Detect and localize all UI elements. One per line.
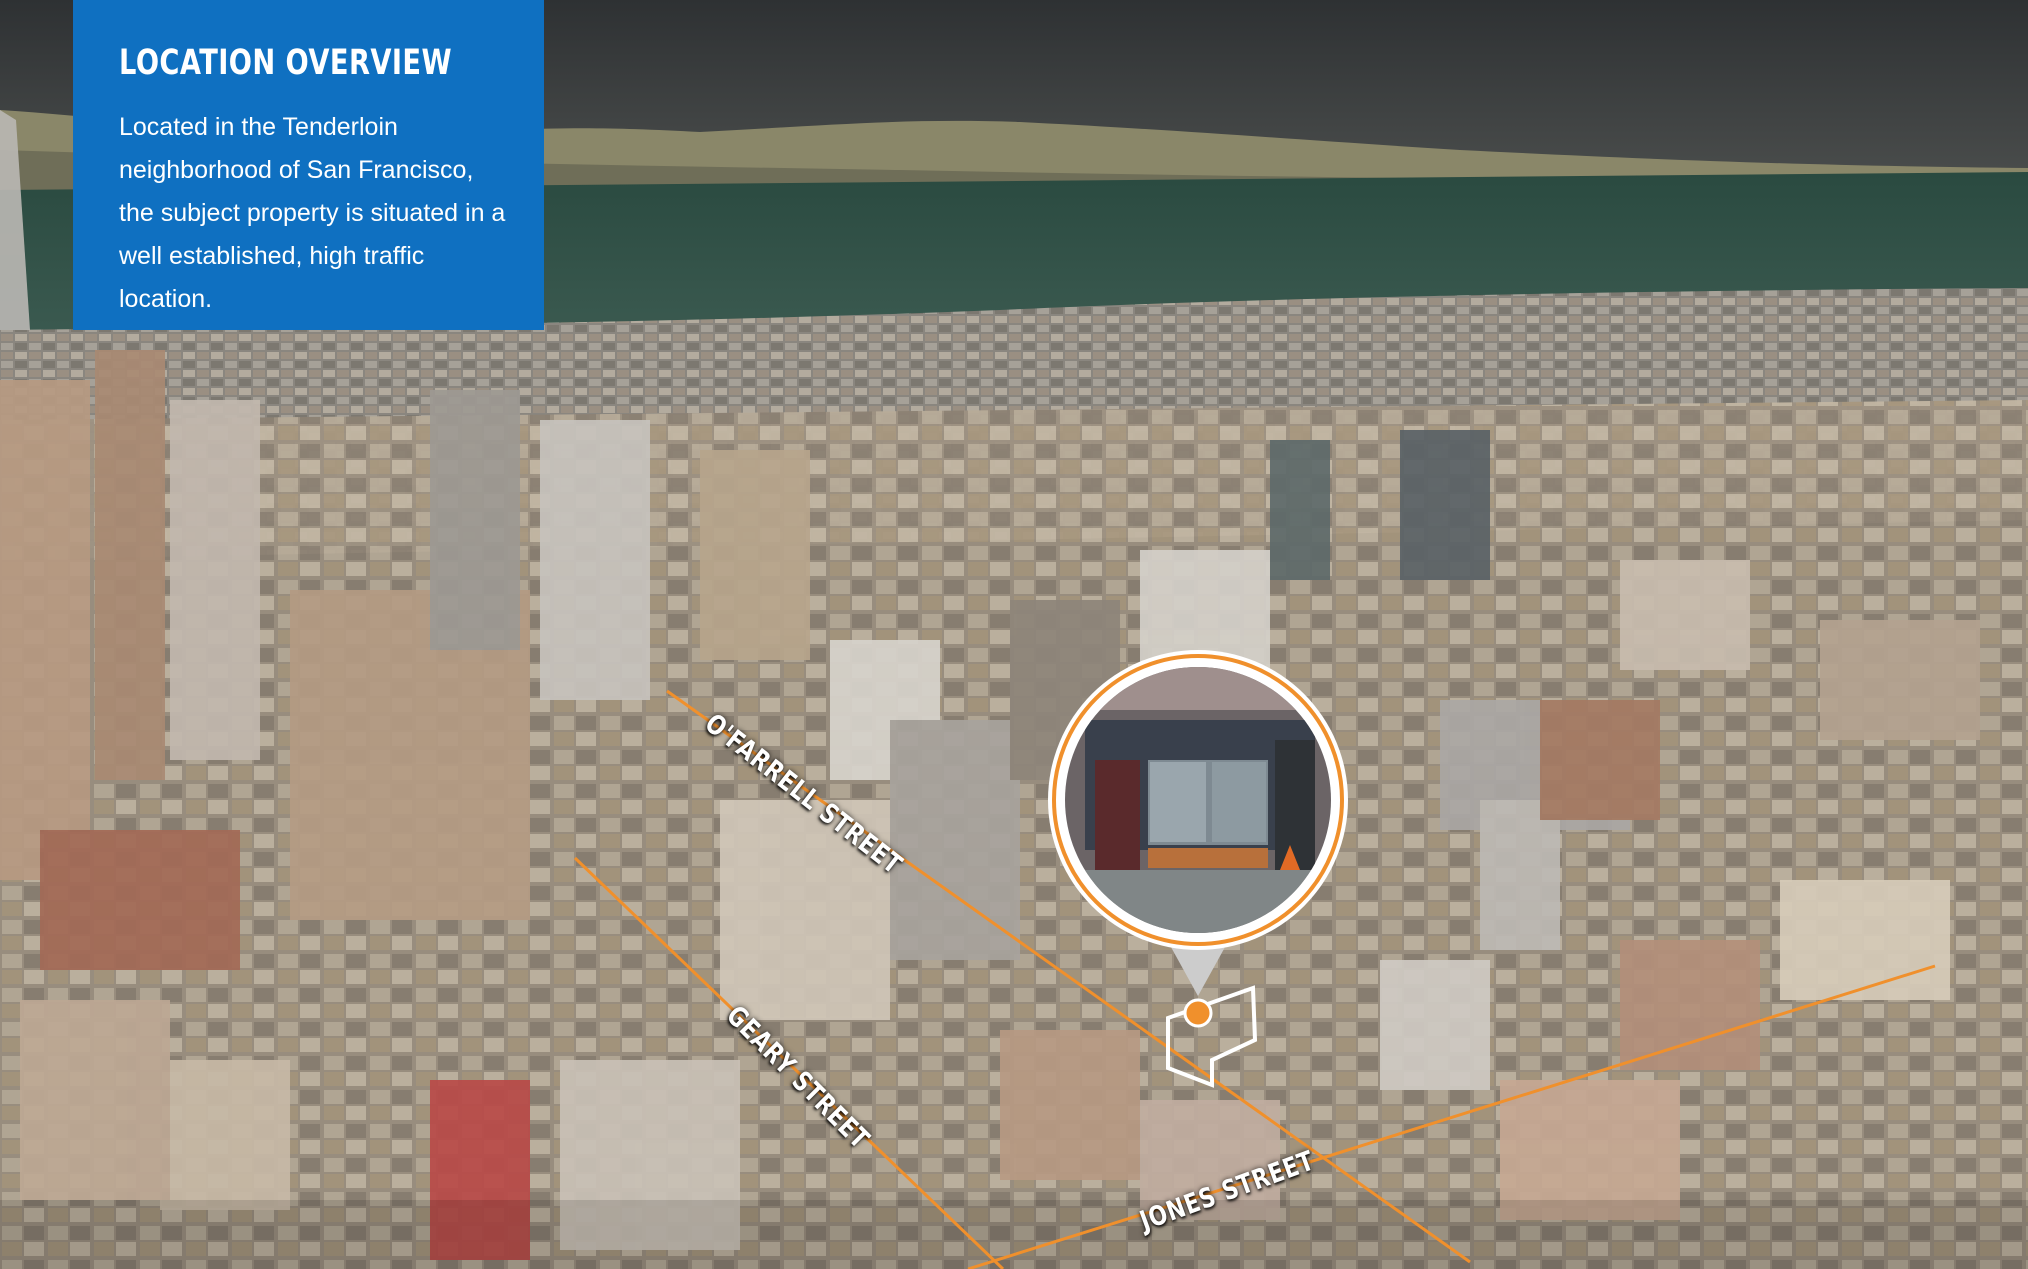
property-dot-icon	[1183, 998, 1213, 1028]
overview-title: LOCATION OVERVIEW	[119, 43, 452, 83]
overview-description: Located in the Tenderloin neighborhood o…	[119, 113, 506, 313]
aerial-map-scene: O'FARRELL STREET GEARY STREET JONES STRE…	[0, 0, 2028, 1269]
location-overview-panel: LOCATION OVERVIEW Located in the Tenderl…	[73, 0, 544, 330]
